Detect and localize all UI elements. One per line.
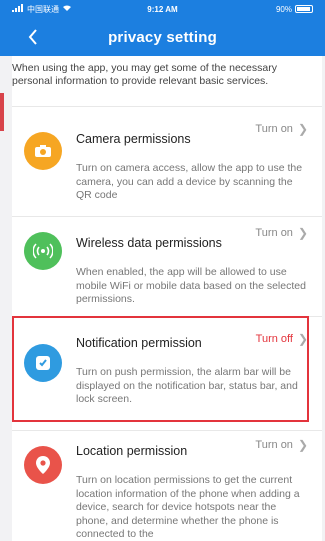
item-title: Location permission [76, 444, 188, 458]
side-accent-bar [0, 93, 4, 131]
turn-on-button[interactable]: Turn on ❯ [255, 122, 308, 136]
item-description: Turn on location permissions to get the … [76, 474, 300, 540]
notification-icon [24, 344, 62, 382]
action-label: Turn on [255, 439, 293, 451]
item-title: Camera permissions [76, 132, 191, 146]
app-header: 中国联通 9:12 AM 90% privacy setting [0, 0, 325, 56]
chevron-right-icon: ❯ [297, 438, 308, 452]
chevron-left-icon [28, 29, 37, 45]
item-title: Wireless data permissions [76, 236, 222, 250]
carrier-label: 中国联通 [27, 4, 59, 14]
chevron-right-icon: ❯ [297, 226, 308, 240]
page-title: privacy setting [108, 28, 217, 46]
chevron-right-icon: ❯ [297, 332, 308, 346]
battery-icon [295, 5, 313, 13]
chevron-right-icon: ❯ [297, 122, 308, 136]
item-description: Turn on push permission, the alarm bar w… [76, 366, 298, 405]
action-label: Turn on [255, 227, 293, 239]
intro-text: When using the app, you may get some of … [12, 62, 277, 87]
item-description: When enabled, the app will be allowed to… [76, 266, 306, 305]
camera-icon [24, 132, 62, 170]
wifi-icon [62, 4, 72, 14]
status-time: 9:12 AM [147, 4, 178, 14]
item-description: Turn on camera access, allow the app to … [76, 162, 303, 201]
permission-item-location[interactable]: Location permission Turn on ❯ Turn on lo… [12, 432, 322, 541]
battery-percent: 90% [275, 4, 292, 14]
permission-item-notification[interactable]: Notification permission Turn off ❯ Turn … [12, 318, 322, 422]
status-bar: 中国联通 9:12 AM 90% [0, 0, 325, 18]
wireless-icon [24, 232, 62, 270]
navigation-bar: privacy setting [0, 18, 325, 56]
action-label: Turn on [255, 123, 293, 135]
divider [12, 106, 322, 107]
turn-off-button[interactable]: Turn off ❯ [256, 332, 308, 346]
item-title: Notification permission [76, 336, 202, 350]
permission-item-camera[interactable]: Camera permissions Turn on ❯ Turn on cam… [12, 116, 322, 216]
divider [12, 430, 322, 431]
location-pin-icon [24, 446, 62, 484]
signal-icon [12, 4, 24, 14]
permission-item-wireless[interactable]: Wireless data permissions Turn on ❯ When… [12, 216, 322, 316]
turn-on-button[interactable]: Turn on ❯ [255, 226, 308, 240]
turn-on-button[interactable]: Turn on ❯ [255, 438, 308, 452]
action-label: Turn off [255, 333, 293, 345]
back-button[interactable] [22, 26, 44, 48]
